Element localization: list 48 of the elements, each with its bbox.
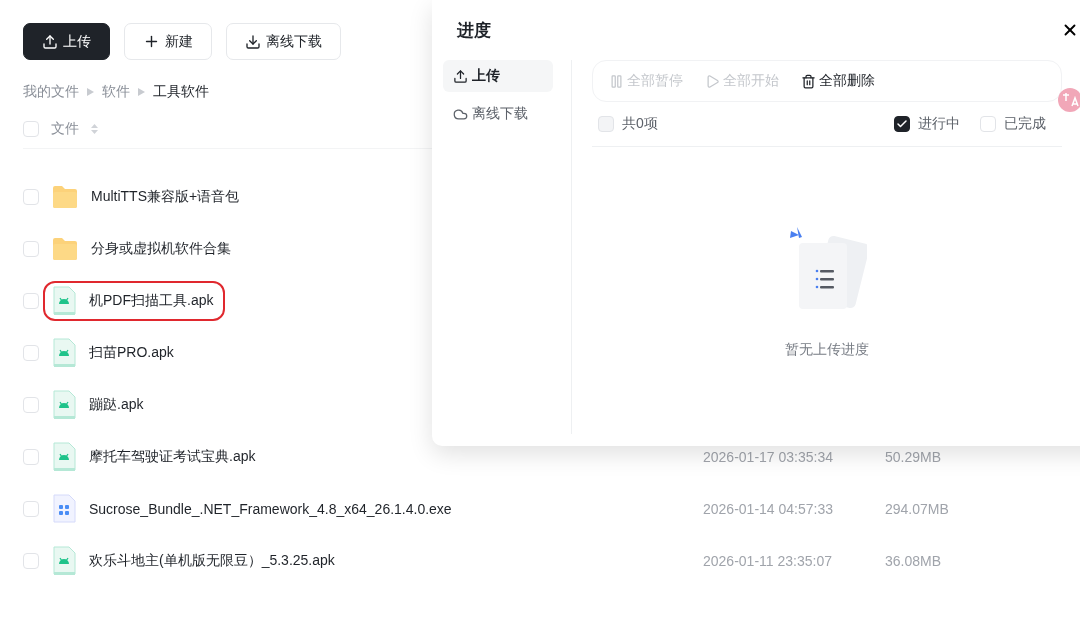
chevron-icon <box>138 88 145 96</box>
file-name[interactable]: 蹦跶.apk <box>89 396 144 414</box>
modified-date: 2026-01-11 23:35:07 <box>703 553 833 569</box>
pause-icon <box>609 73 624 89</box>
chevron-icon <box>87 88 94 96</box>
app-file-icon <box>51 494 77 524</box>
panel-tab[interactable]: 离线下载 <box>443 98 553 130</box>
file-name[interactable]: 欢乐斗地主(单机版无限豆）_5.3.25.apk <box>89 552 335 570</box>
trash-icon <box>801 73 816 89</box>
checkbox[interactable] <box>893 116 910 132</box>
upload-icon <box>42 33 58 50</box>
android-file-icon <box>51 286 77 316</box>
upload-icon <box>453 68 468 84</box>
empty-message: 暂无上传进度 <box>785 341 869 359</box>
checkbox-label: 共0项 <box>622 115 658 133</box>
play-icon <box>705 73 720 89</box>
file-size: 36.08MB <box>885 553 943 569</box>
translate-icon[interactable] <box>1057 87 1080 113</box>
panel-tab[interactable]: 上传 <box>443 60 553 92</box>
action-button[interactable]: 全部删除 <box>801 72 875 90</box>
check-icon <box>895 118 908 130</box>
folder-icon <box>51 184 79 210</box>
file-size: 294.07MB <box>885 501 950 517</box>
android-file-icon <box>51 546 77 576</box>
plus-icon <box>143 33 160 50</box>
file-name[interactable]: MultiTTS兼容版+语音包 <box>91 188 240 206</box>
file-name[interactable]: 机PDF扫描工具.apk <box>89 292 214 310</box>
modified-date: 2026-01-17 03:35:34 <box>703 449 834 465</box>
toolbar-button[interactable]: 新建 <box>124 23 212 60</box>
android-file-icon <box>51 338 77 368</box>
download-icon <box>245 33 261 50</box>
modified-date: 2026-01-14 04:57:33 <box>703 501 834 517</box>
panel-title: 进度 <box>457 19 491 42</box>
toolbar-button[interactable]: 离线下载 <box>226 23 341 60</box>
breadcrumb-link[interactable]: 工具软件 <box>153 83 209 101</box>
checkbox-label: 已完成 <box>1003 115 1046 133</box>
sort-icon <box>91 123 98 135</box>
toolbar-button[interactable]: 上传 <box>23 23 110 60</box>
file-name[interactable]: 扫苗PRO.apk <box>89 344 174 362</box>
android-file-icon <box>51 390 77 420</box>
file-name[interactable]: 分身或虚拟机软件合集 <box>91 240 231 258</box>
android-file-icon <box>51 442 77 472</box>
file-name[interactable]: 摩托车驾驶证考试宝典.apk <box>89 448 256 466</box>
checkbox-label: 进行中 <box>917 115 960 133</box>
folder-icon <box>51 236 79 262</box>
file-name[interactable]: Sucrose_Bundle_.NET_Framework_4.8_x64_26.1.4.0.exe <box>89 501 452 517</box>
file-size: 50.29MB <box>885 449 943 465</box>
cloud-icon <box>453 106 468 122</box>
